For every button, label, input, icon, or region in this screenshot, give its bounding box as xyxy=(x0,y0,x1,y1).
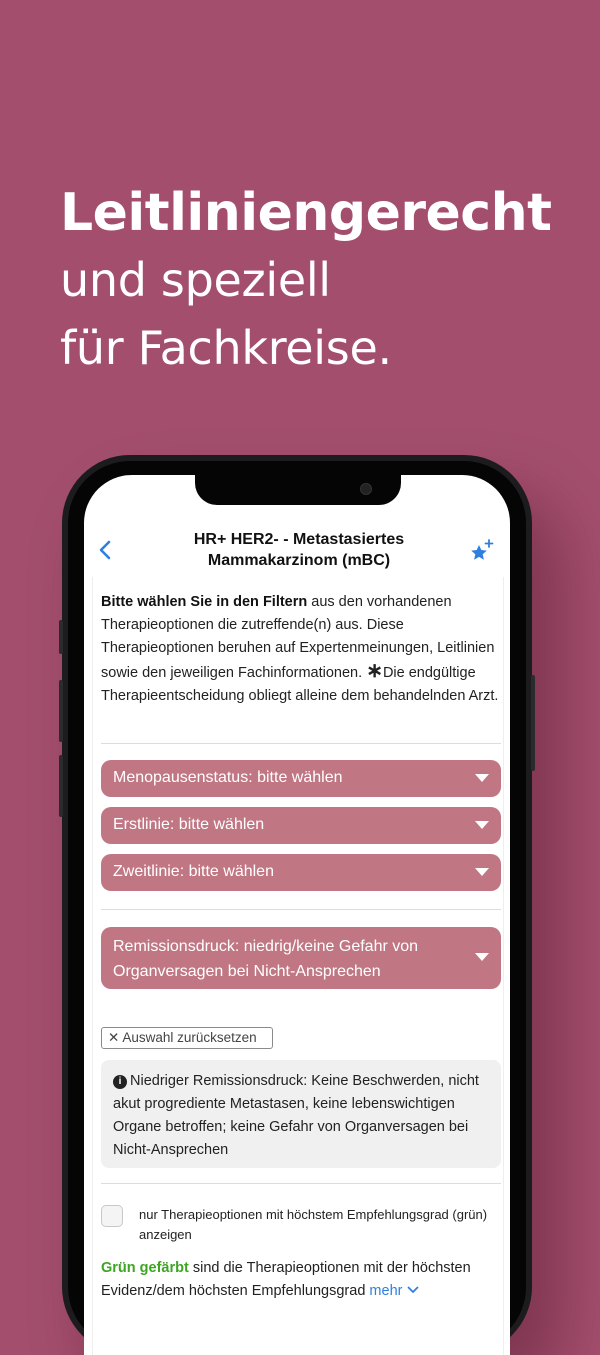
reset-selection-button[interactable]: ✕ Auswahl zurücksetzen xyxy=(101,1027,273,1049)
divider xyxy=(101,743,501,744)
content-area: Bitte wählen Sie in den Filtern aus den … xyxy=(92,577,504,1355)
caret-down-icon xyxy=(475,953,489,961)
divider xyxy=(101,1183,501,1184)
side-button xyxy=(59,620,63,654)
chevron-down-icon xyxy=(407,1286,418,1293)
filter-label: Remissionsdruck: niedrig/keine Gefahr vo… xyxy=(113,938,419,980)
side-button xyxy=(59,680,63,742)
asterisk-icon: ∗ xyxy=(366,660,383,682)
add-favorite-button[interactable] xyxy=(468,537,496,565)
side-button xyxy=(531,675,535,771)
info-box: i Niedriger Remissionsdruck: Keine Beschw… xyxy=(101,1060,501,1168)
filter-label: Erstlinie: bitte wählen xyxy=(113,816,265,833)
filter-second-line[interactable]: Zweitlinie: bitte wählen xyxy=(101,854,501,891)
filter-first-line[interactable]: Erstlinie: bitte wählen xyxy=(101,807,501,844)
filter-remission-pressure[interactable]: Remissionsdruck: niedrig/keine Gefahr vo… xyxy=(101,927,501,989)
phone-frame: HR+ HER2- - Metastasiertes Mammakarzinom… xyxy=(59,455,535,1355)
legend-green-label: Grün gefärbt xyxy=(101,1260,189,1276)
back-button[interactable] xyxy=(96,539,116,561)
checkbox-label: nur Therapieoptionen mit höchstem Empfeh… xyxy=(139,1207,488,1242)
highest-recommendation-checkbox[interactable] xyxy=(101,1205,123,1227)
hero-title: Leitliniengerecht xyxy=(60,183,552,243)
intro-bold: Bitte wählen Sie in den Filtern xyxy=(101,594,308,610)
more-label: mehr xyxy=(369,1283,403,1299)
caret-down-icon xyxy=(475,821,489,829)
navigation-bar: HR+ HER2- - Metastasiertes Mammakarzinom… xyxy=(84,525,510,577)
page-title-line1: HR+ HER2- - Metastasiertes xyxy=(193,531,405,548)
intro-text: Bitte wählen Sie in den Filtern aus den … xyxy=(101,591,501,708)
hero-subtitle-line1: und speziell xyxy=(60,253,331,307)
page-title-line2: Mammakarzinom (mBC) xyxy=(207,552,391,569)
info-text: Niedriger Remissionsdruck: Keine Beschwe… xyxy=(113,1073,479,1158)
phone-screen: HR+ HER2- - Metastasiertes Mammakarzinom… xyxy=(84,475,510,1355)
hero-subtitle-line2: für Fachkreise. xyxy=(60,321,392,375)
notch xyxy=(195,475,401,505)
caret-down-icon xyxy=(475,868,489,876)
page-title: HR+ HER2- - Metastasiertes Mammakarzinom… xyxy=(144,529,454,571)
divider xyxy=(101,909,501,910)
filter-label: Zweitlinie: bitte wählen xyxy=(113,863,274,880)
caret-down-icon xyxy=(475,774,489,782)
info-circle-icon: i xyxy=(113,1075,127,1089)
side-button xyxy=(59,755,63,817)
hero-heading: Leitliniengerecht und speziell für Fachk… xyxy=(60,180,552,382)
chevron-left-icon xyxy=(99,540,111,560)
more-link[interactable]: mehr xyxy=(369,1283,418,1299)
camera-icon xyxy=(360,483,372,495)
filter-label: Menopausenstatus: bitte wählen xyxy=(113,769,343,786)
legend-text: Grün gefärbt sind die Therapieoptionen m… xyxy=(101,1257,501,1303)
star-plus-icon xyxy=(471,539,494,560)
filter-menopausal-status[interactable]: Menopausenstatus: bitte wählen xyxy=(101,760,501,797)
